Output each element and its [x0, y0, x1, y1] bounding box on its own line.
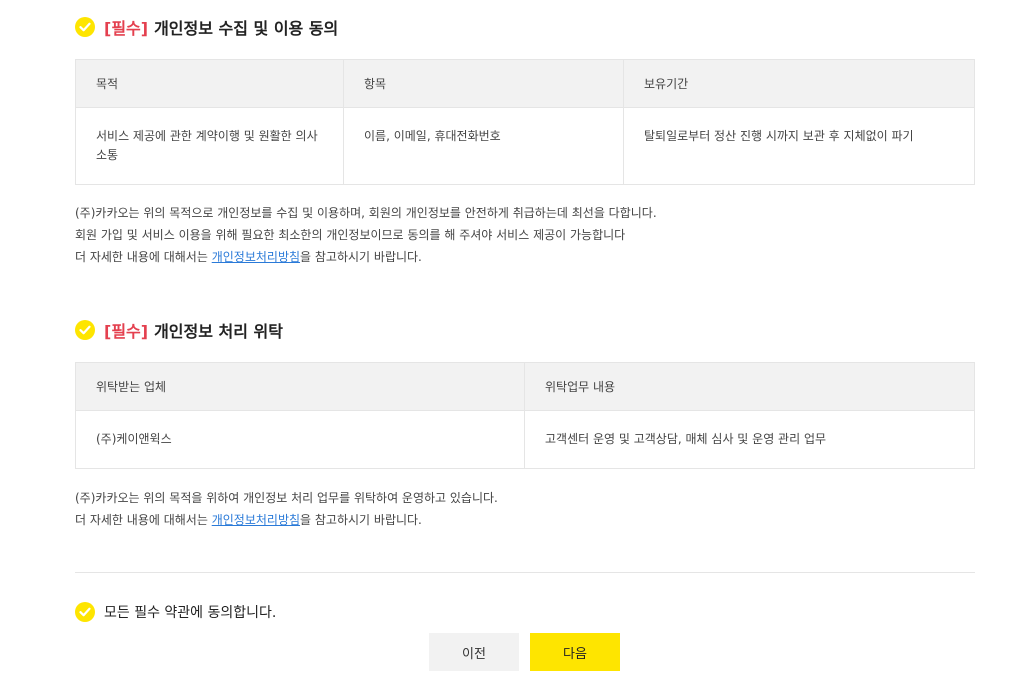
note-text: 더 자세한 내용에 대해서는 — [75, 250, 212, 264]
required-label: [필수] — [104, 322, 149, 341]
agree-all-checkbox[interactable]: 모든 필수 약관에 동의합니다. — [75, 602, 276, 622]
table-cell-purpose: 서비스 제공에 관한 계약이행 및 원활한 의사소통 — [75, 107, 344, 185]
table-header-items: 항목 — [343, 59, 624, 108]
check-circle-icon[interactable] — [75, 320, 95, 340]
section1-note: (주)카카오는 위의 목적으로 개인정보를 수집 및 이용하며, 회원의 개인정… — [75, 202, 657, 268]
table-header-retention: 보유기간 — [623, 59, 975, 108]
privacy-policy-link[interactable]: 개인정보처리방침 — [212, 250, 300, 264]
table-row: 서비스 제공에 관한 계약이행 및 원활한 의사소통 이름, 이메일, 휴대전화… — [75, 107, 975, 185]
note-text: 더 자세한 내용에 대해서는 — [75, 513, 212, 527]
prev-button[interactable]: 이전 — [429, 633, 519, 671]
note-line: (주)카카오는 위의 목적을 위하여 개인정보 처리 업무를 위탁하여 운영하고… — [75, 491, 498, 505]
note-line: 회원 가입 및 서비스 이용을 위해 필요한 최소한의 개인정보이므로 동의를 … — [75, 228, 626, 242]
table-cell-retention: 탈퇴일로부터 정산 진행 시까지 보관 후 지체없이 파기 — [623, 107, 975, 185]
note-line: (주)카카오는 위의 목적으로 개인정보를 수집 및 이용하며, 회원의 개인정… — [75, 206, 657, 220]
divider — [75, 572, 975, 573]
note-text: 을 참고하시기 바랍니다. — [300, 513, 422, 527]
check-circle-icon[interactable] — [75, 602, 95, 622]
collection-usage-table: 목적 항목 보유기간 서비스 제공에 관한 계약이행 및 원활한 의사소통 이름… — [75, 59, 975, 185]
table-cell-company: (주)케이앤윅스 — [75, 410, 525, 469]
agree-all-label: 모든 필수 약관에 동의합니다. — [104, 605, 277, 621]
table-header-row: 목적 항목 보유기간 — [75, 59, 975, 108]
section1-title: 개인정보 수집 및 이용 동의 — [154, 19, 339, 38]
section2-note: (주)카카오는 위의 목적을 위하여 개인정보 처리 업무를 위탁하여 운영하고… — [75, 487, 498, 531]
table-row: (주)케이앤윅스 고객센터 운영 및 고객상담, 매체 심사 및 운영 관리 업… — [75, 410, 975, 469]
note-line: 더 자세한 내용에 대해서는 개인정보처리방침을 참고하시기 바랍니다. — [75, 509, 498, 531]
check-circle-icon[interactable] — [75, 17, 95, 37]
section1-header[interactable]: [필수] 개인정보 수집 및 이용 동의 — [75, 15, 338, 39]
table-header-purpose: 목적 — [75, 59, 344, 108]
section2-header[interactable]: [필수] 개인정보 처리 위탁 — [75, 318, 283, 342]
required-label: [필수] — [104, 19, 149, 38]
section2-title: 개인정보 처리 위탁 — [154, 322, 283, 341]
table-header-company: 위탁받는 업체 — [75, 362, 525, 411]
note-text: 을 참고하시기 바랍니다. — [300, 250, 422, 264]
table-header-row: 위탁받는 업체 위탁업무 내용 — [75, 362, 975, 411]
privacy-policy-link[interactable]: 개인정보처리방침 — [212, 513, 300, 527]
table-cell-items: 이름, 이메일, 휴대전화번호 — [343, 107, 624, 185]
outsourcing-table: 위탁받는 업체 위탁업무 내용 (주)케이앤윅스 고객센터 운영 및 고객상담,… — [75, 362, 975, 469]
next-button[interactable]: 다음 — [530, 633, 620, 671]
table-cell-task: 고객센터 운영 및 고객상담, 매체 심사 및 운영 관리 업무 — [524, 410, 975, 469]
note-line: 더 자세한 내용에 대해서는 개인정보처리방침을 참고하시기 바랍니다. — [75, 246, 657, 268]
table-header-task: 위탁업무 내용 — [524, 362, 975, 411]
